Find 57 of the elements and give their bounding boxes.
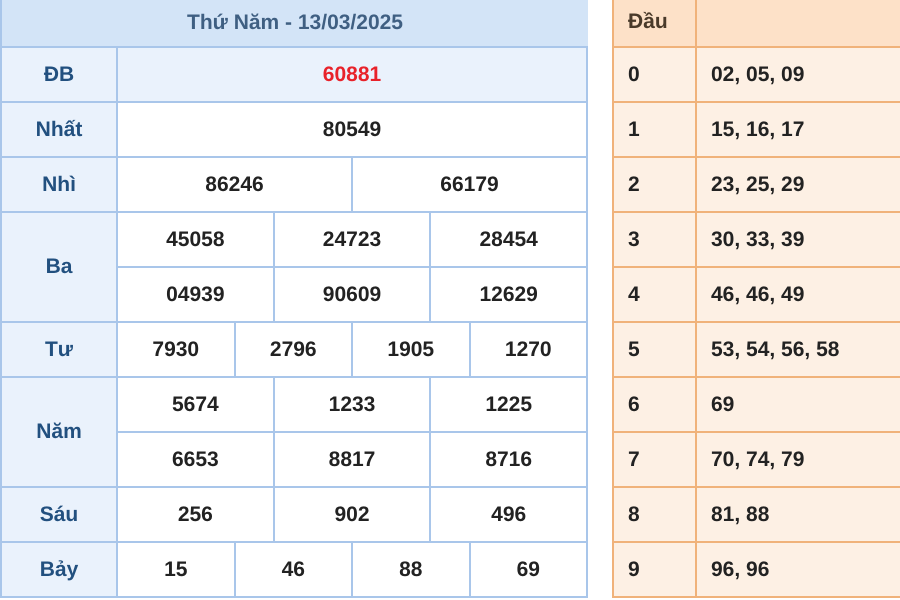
number-cell: 45058 [118,213,275,268]
number-cell: 496 [431,488,588,543]
number-cell: 902 [274,488,432,543]
tail-numbers-cell: 81, 88 [697,488,900,543]
tail-numbers-cell: 96, 96 [697,543,900,598]
head-digit-cell: 3 [614,213,697,268]
tail-numbers-cell: 02, 05, 09 [697,48,900,103]
tail-numbers-cell: 30, 33, 39 [697,213,900,268]
number-cell: 69 [470,543,588,598]
number-cell: 60881 [118,48,588,103]
head-digit-cell: 1 [614,103,697,158]
number-cell: 1905 [353,323,470,378]
number-cell: 88 [353,543,470,598]
head-digit-cell: 8 [614,488,697,543]
number-cell: 04939 [118,268,275,323]
number-cell: 8716 [431,433,588,488]
number-cell: 1225 [431,378,588,433]
head-digit-cell: 4 [614,268,697,323]
number-cell: 8817 [274,433,432,488]
head-digit-cell: 9 [614,543,697,598]
head-digit-cell: 2 [614,158,697,213]
tail-numbers-cell: 53, 54, 56, 58 [697,323,900,378]
number-cell: 1270 [470,323,588,378]
prize-label: Nhất [2,103,118,158]
prize-label: Năm [2,378,118,488]
number-cell: 6653 [118,433,275,488]
tail-numbers-cell: 70, 74, 79 [697,433,900,488]
tail-numbers-cell: 15, 16, 17 [697,103,900,158]
tail-numbers-cell: 69 [697,378,900,433]
tail-numbers-cell: 23, 25, 29 [697,158,900,213]
head-digit-cell: 5 [614,323,697,378]
prize-label: Sáu [2,488,118,543]
tail-numbers-cell: 46, 46, 49 [697,268,900,323]
number-cell: 66179 [353,158,588,213]
number-cell: 15 [118,543,236,598]
number-cell: 1233 [274,378,432,433]
number-cell: 7930 [118,323,236,378]
number-cell: 28454 [431,213,588,268]
prize-label: Bảy [2,543,118,598]
head-digit-cell: 6 [614,378,697,433]
number-cell: 24723 [274,213,432,268]
date-header: Thứ Năm - 13/03/2025 [2,0,588,48]
prize-label: Tư [2,323,118,378]
number-cell: 90609 [274,268,432,323]
number-cell: 46 [236,543,353,598]
prize-label: Ba [2,213,118,323]
number-cell: 12629 [431,268,588,323]
prize-label: ĐB [2,48,118,103]
head-digit-cell: 0 [614,48,697,103]
head-digit-cell: 7 [614,433,697,488]
column-header: Đầu [614,0,697,46]
number-cell: 80549 [118,103,588,158]
number-cell: 86246 [118,158,353,213]
number-cell: 256 [118,488,275,543]
number-cell: 5674 [118,378,275,433]
number-cell: 2796 [236,323,353,378]
prize-label: Nhì [2,158,118,213]
